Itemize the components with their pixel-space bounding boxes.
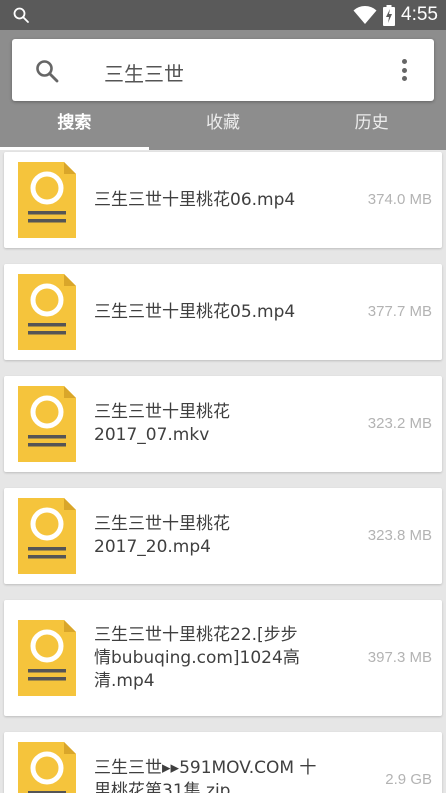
search-icon[interactable]: [34, 58, 60, 84]
file-size: 323.2 MB: [367, 415, 432, 432]
tab-favorites[interactable]: 收藏: [149, 108, 298, 150]
file-document-icon: [18, 274, 76, 350]
file-name: 三生三世十里桃花 2017_20.mp4: [94, 514, 230, 557]
file-list-item[interactable]: 三生三世十里桃花06.mp4 374.0 MB: [4, 152, 442, 248]
file-size: 323.8 MB: [367, 527, 432, 544]
tab-search[interactable]: 搜索: [0, 108, 149, 150]
file-name: 三生三世十里桃花06.mp4: [94, 190, 296, 210]
tab-bar: 搜索 收藏 历史: [0, 108, 446, 150]
app-root: 4:55 三生三世 搜索 收藏 历史 三生三世十里桃花06.mp4 374.0 M…: [0, 0, 446, 793]
file-list-item[interactable]: 三生三世十里桃花 2017_20.mp4 323.8 MB: [4, 488, 442, 584]
file-name: 三生三世▸▸591MOV.COM 十 里桃花第31集.zip: [94, 758, 317, 793]
battery-charging-icon: [383, 4, 396, 26]
file-document-icon: [18, 742, 76, 793]
file-document-icon: [18, 498, 76, 574]
search-notification-icon: [13, 7, 29, 23]
file-document-icon: [18, 620, 76, 696]
file-size: 2.9 GB: [385, 771, 432, 788]
file-list-item[interactable]: 三生三世十里桃花 2017_07.mkv 323.2 MB: [4, 376, 442, 472]
file-document-icon: [18, 162, 76, 238]
search-bar[interactable]: 三生三世: [12, 39, 434, 101]
file-name: 三生三世十里桃花22.[步步 情bubuqing.com]1024高 清.mp4: [94, 625, 300, 691]
file-size: 377.7 MB: [367, 303, 432, 320]
file-list-item[interactable]: 三生三世十里桃花05.mp4 377.7 MB: [4, 264, 442, 360]
file-name: 三生三世十里桃花05.mp4: [94, 302, 296, 322]
status-time: 4:55: [401, 4, 438, 25]
search-input[interactable]: 三生三世: [104, 58, 184, 87]
more-options-icon[interactable]: [392, 57, 416, 83]
file-list-item[interactable]: 三生三世十里桃花22.[步步 情bubuqing.com]1024高 清.mp4…: [4, 600, 442, 716]
file-document-icon: [18, 386, 76, 462]
wifi-icon: [353, 6, 377, 24]
file-name: 三生三世十里桃花 2017_07.mkv: [94, 402, 230, 445]
file-size: 397.3 MB: [367, 649, 432, 666]
file-list-item[interactable]: 三生三世▸▸591MOV.COM 十 里桃花第31集.zip 2.9 GB: [4, 732, 442, 793]
tab-history[interactable]: 历史: [297, 108, 446, 150]
status-bar: 4:55: [0, 0, 446, 30]
app-header: 三生三世 搜索 收藏 历史: [0, 30, 446, 150]
file-size: 374.0 MB: [367, 191, 432, 208]
